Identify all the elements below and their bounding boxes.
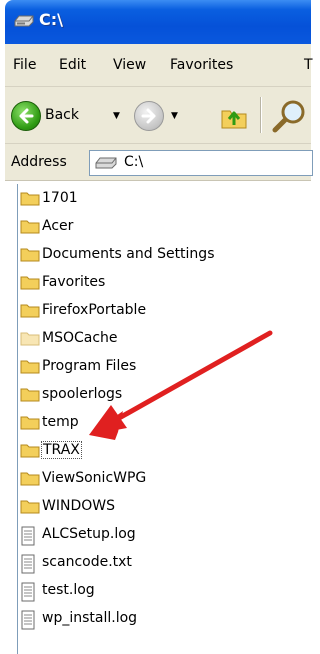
menu-tools[interactable]: T bbox=[304, 57, 313, 73]
folder-icon bbox=[20, 302, 40, 322]
address-value: C:\ bbox=[124, 154, 144, 170]
text-file-icon bbox=[20, 582, 36, 606]
folder-icon bbox=[20, 218, 40, 238]
drive-icon bbox=[94, 157, 118, 173]
file-name: WINDOWS bbox=[42, 498, 115, 514]
file-list: 1701 Acer Documents and Settings Favorit… bbox=[17, 184, 312, 654]
title-bar[interactable]: C:\ bbox=[5, 0, 311, 44]
standard-toolbar: Back ▼ ▼ bbox=[5, 87, 311, 144]
menu-file[interactable]: File bbox=[13, 57, 36, 73]
toolbar-separator bbox=[260, 97, 262, 133]
text-file-icon bbox=[20, 526, 36, 550]
file-name: wp_install.log bbox=[42, 610, 138, 626]
file-name: temp bbox=[42, 414, 79, 430]
chevron-down-icon[interactable]: ▼ bbox=[113, 111, 120, 121]
folder-icon bbox=[20, 442, 40, 462]
explorer-window: C:\ File Edit View Favorites T Back ▼ ▼ bbox=[5, 0, 313, 654]
menu-view[interactable]: View bbox=[113, 57, 146, 73]
file-name: scancode.txt bbox=[42, 554, 132, 570]
folder-icon bbox=[20, 358, 40, 378]
menu-edit[interactable]: Edit bbox=[59, 57, 86, 73]
file-name: ViewSonicWPG bbox=[42, 470, 147, 486]
folder-icon bbox=[20, 386, 40, 406]
file-name: FirefoxPortable bbox=[42, 302, 147, 318]
file-name: Acer bbox=[42, 218, 74, 234]
back-arrow-icon bbox=[11, 101, 41, 131]
file-name: spoolerlogs bbox=[42, 386, 123, 402]
file-name: TRAX bbox=[41, 441, 82, 459]
folder-icon bbox=[20, 498, 40, 518]
folder-icon bbox=[20, 470, 40, 490]
address-label: Address bbox=[11, 154, 67, 170]
file-name: 1701 bbox=[42, 190, 78, 206]
file-name: Favorites bbox=[42, 274, 106, 290]
file-name: test.log bbox=[42, 582, 95, 598]
file-name: Program Files bbox=[42, 358, 137, 374]
window-title: C:\ bbox=[39, 10, 63, 29]
folder-icon bbox=[20, 190, 40, 210]
folder-icon bbox=[20, 274, 40, 294]
address-bar: Address C:\ bbox=[5, 144, 313, 181]
address-field[interactable]: C:\ bbox=[89, 150, 313, 176]
folder-icon bbox=[20, 414, 40, 434]
menu-bar: File Edit View Favorites T bbox=[5, 44, 313, 87]
text-file-icon bbox=[20, 554, 36, 578]
text-file-icon bbox=[20, 610, 36, 634]
menu-favorites[interactable]: Favorites bbox=[170, 57, 233, 73]
back-label: Back bbox=[45, 107, 79, 123]
search-icon[interactable] bbox=[271, 99, 307, 137]
hidden-folder-icon bbox=[20, 330, 40, 350]
file-name: MSOCache bbox=[42, 330, 118, 346]
file-name: Documents and Settings bbox=[42, 246, 215, 262]
chevron-down-icon[interactable]: ▼ bbox=[171, 111, 178, 121]
drive-icon bbox=[13, 14, 35, 32]
forward-arrow-icon bbox=[134, 101, 164, 131]
file-name: ALCSetup.log bbox=[42, 526, 136, 542]
folder-up-icon[interactable] bbox=[219, 101, 249, 135]
folder-icon bbox=[20, 246, 40, 266]
